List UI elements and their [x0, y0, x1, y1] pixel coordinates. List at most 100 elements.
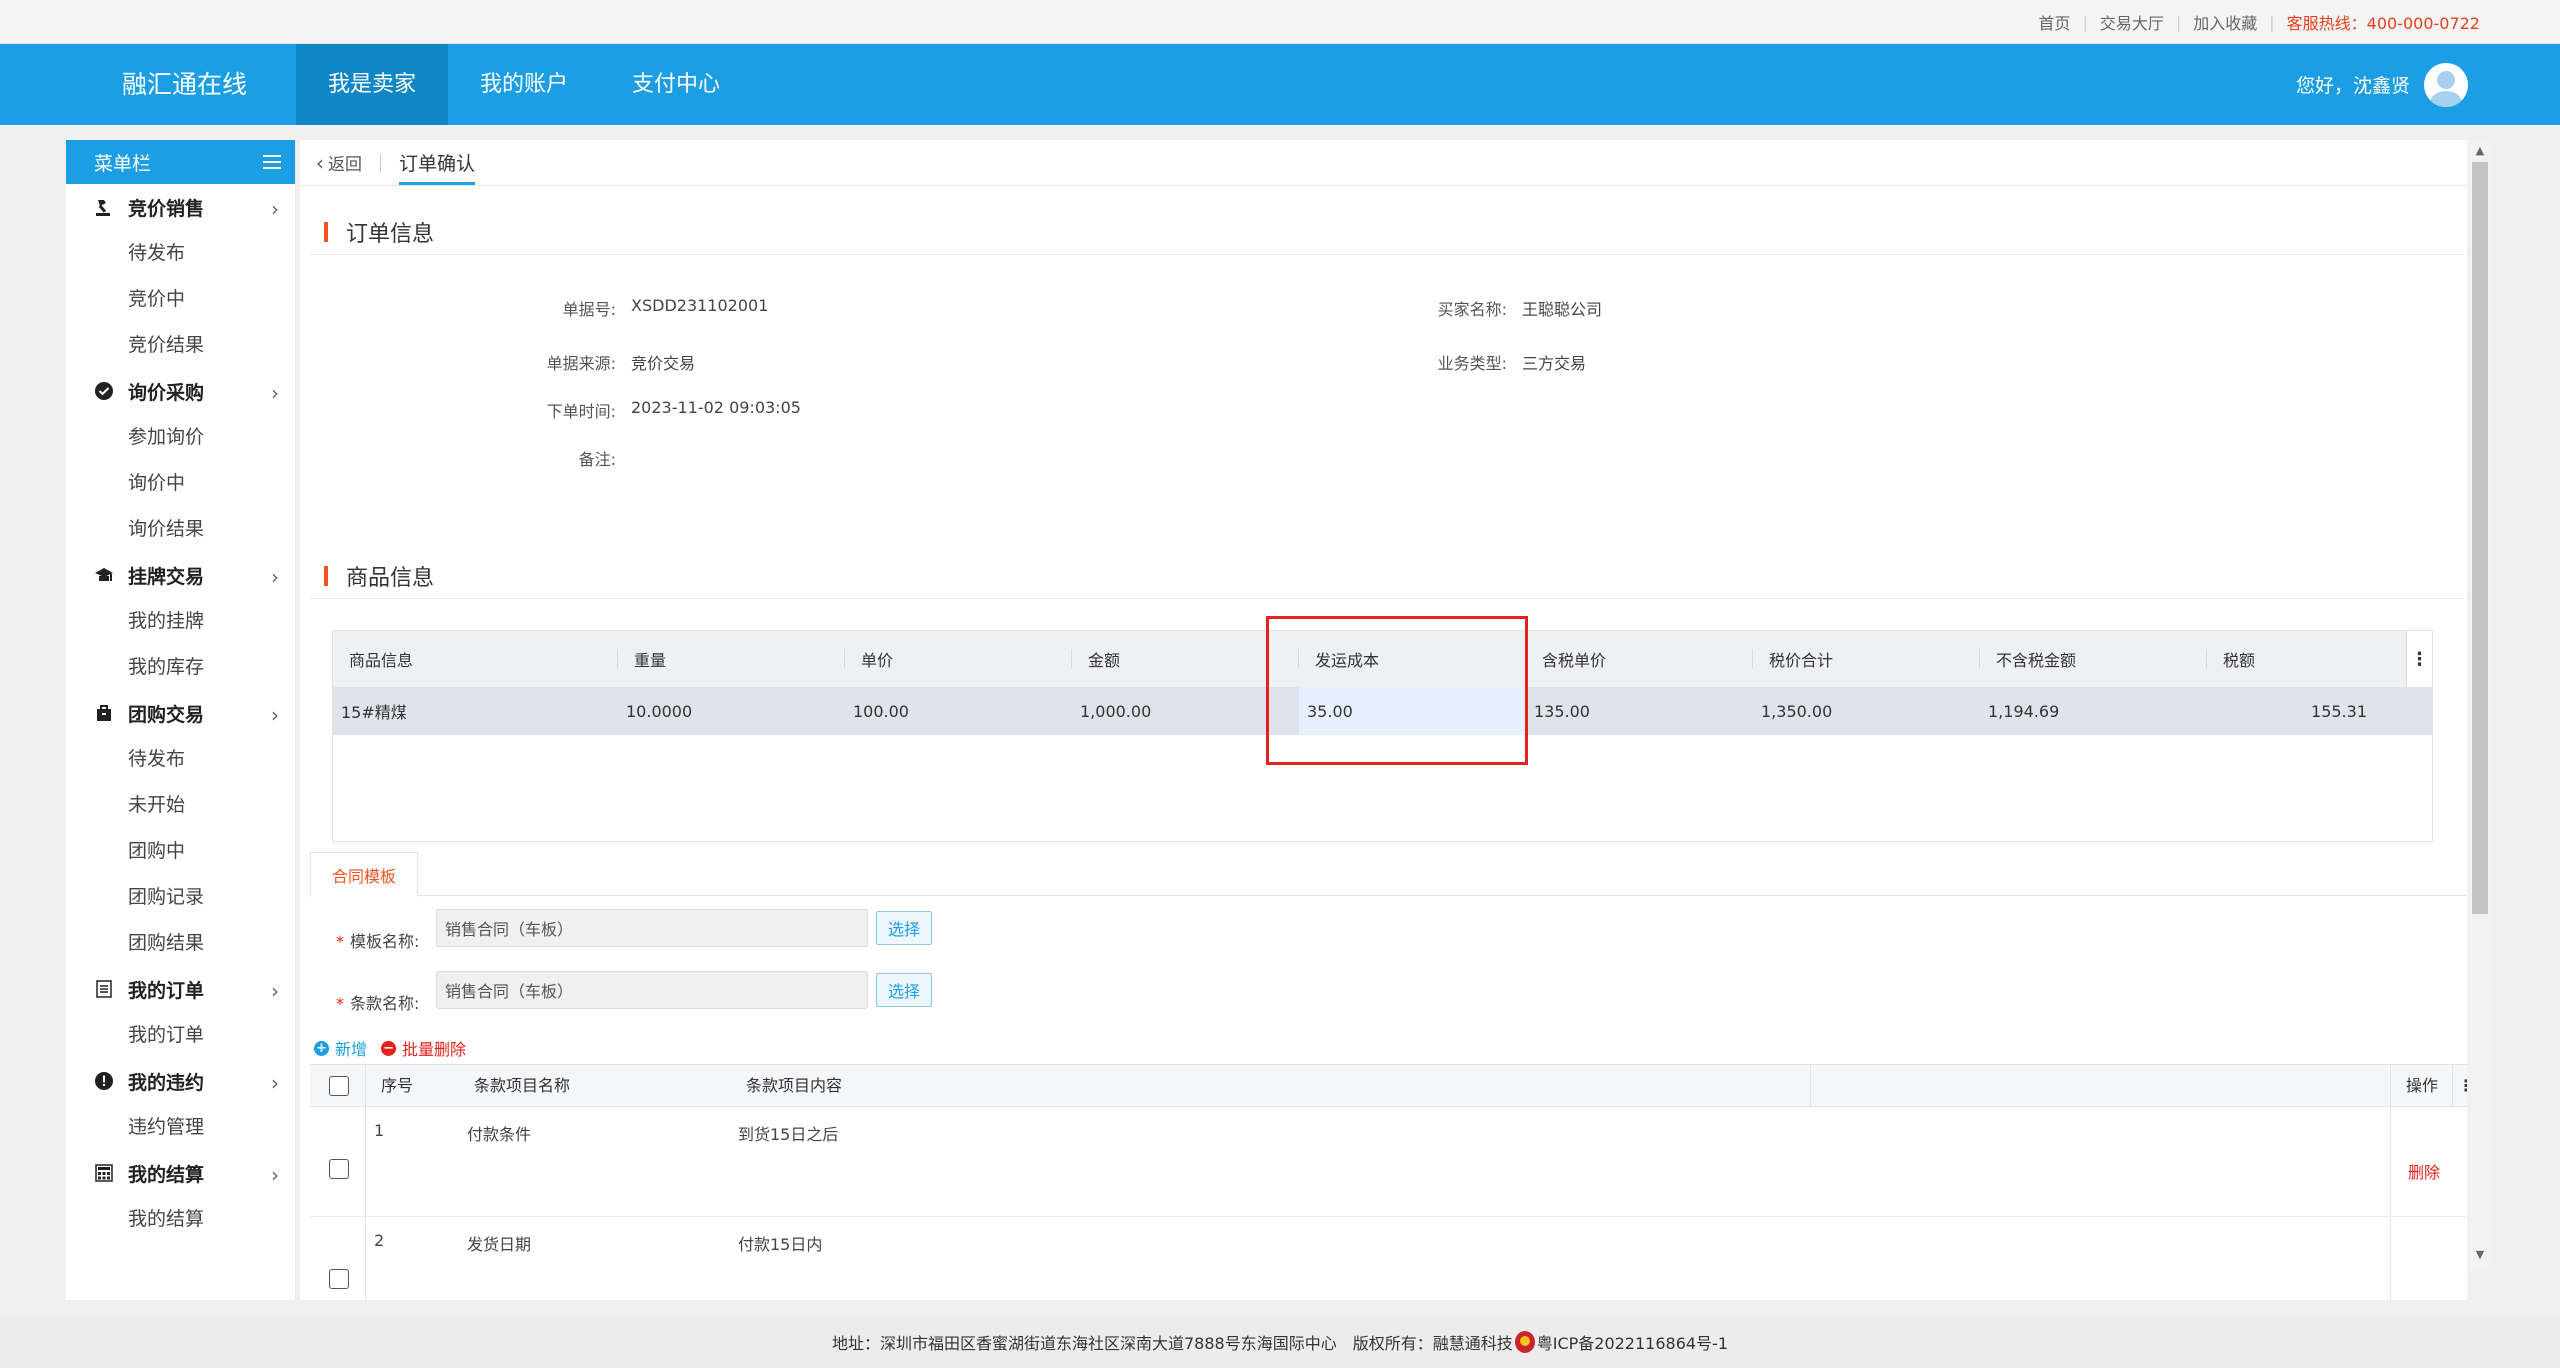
sidebar-group-group-buying[interactable]: 团购交易 ›	[66, 690, 295, 736]
sidebar-item[interactable]: 团购结果	[66, 920, 295, 966]
batch-delete-button[interactable]: − 批量删除	[381, 1036, 466, 1060]
chevron-right-icon: ›	[271, 1163, 279, 1187]
sidebar-item[interactable]: 未开始	[66, 782, 295, 828]
row-checkbox[interactable]	[329, 1269, 349, 1289]
term-name: 付款条件	[467, 1125, 532, 1144]
sidebar-title: 菜单栏	[94, 152, 152, 175]
scroll-up-icon[interactable]: ▲	[2472, 144, 2488, 160]
column-header: 重量	[618, 631, 845, 687]
row-number: 1	[374, 1121, 385, 1140]
footer-address: 地址：深圳市福田区香蜜湖街道东海社区深南大道7888号东海国际中心	[831, 1334, 1337, 1353]
scroll-down-icon[interactable]: ▼	[2472, 1248, 2488, 1264]
sidebar-item[interactable]: 违约管理	[66, 1104, 295, 1150]
tab-order-confirm[interactable]: 订单确认	[399, 149, 476, 185]
template-name-input[interactable]: 销售合同（车板）	[436, 909, 868, 947]
sidebar-group-bidding-sales[interactable]: 竞价销售 ›	[66, 184, 295, 230]
sidebar-item[interactable]: 团购中	[66, 828, 295, 874]
chevron-right-icon: ›	[271, 565, 279, 589]
divider: |	[2175, 12, 2182, 32]
section-title-goods-info: 商品信息	[324, 560, 434, 592]
link-home[interactable]: 首页	[2038, 10, 2070, 34]
source-value: 竞价交易	[631, 354, 696, 373]
sidebar-item[interactable]: 参加询价	[66, 414, 295, 460]
table-row[interactable]: 1 付款条件 到货15日之后 删除	[310, 1107, 2467, 1217]
back-button[interactable]: ‹ 返回	[316, 150, 362, 176]
menu-toggle-icon[interactable]	[263, 155, 281, 169]
scrollbar-thumb[interactable]	[2472, 162, 2488, 914]
sidebar-item[interactable]: 竞价中	[66, 276, 295, 322]
term-content: 到货15日之后	[738, 1125, 839, 1144]
sidebar-item[interactable]: 团购记录	[66, 874, 295, 920]
section-marker	[324, 222, 328, 242]
chevron-right-icon: ›	[271, 703, 279, 727]
sidebar-item[interactable]: 我的库存	[66, 644, 295, 690]
sidebar-item[interactable]: 待发布	[66, 736, 295, 782]
sidebar-item[interactable]: 我的订单	[66, 1012, 295, 1058]
sidebar-group-my-orders[interactable]: 我的订单 ›	[66, 966, 295, 1012]
terms-toolbar: + 新增 − 批量删除	[314, 1036, 466, 1060]
column-settings-icon[interactable]: ⋮	[2406, 631, 2432, 687]
divider: |	[2082, 12, 2088, 32]
gavel-icon	[94, 197, 114, 217]
column-header: 操作	[2406, 1076, 2439, 1095]
sidebar-group-my-defaults[interactable]: 我的违约 ›	[66, 1058, 295, 1104]
user-menu[interactable]: 您好，沈鑫贤	[2296, 44, 2468, 125]
sidebar: 菜单栏 竞价销售 › 待发布 竞价中 竞价结果 询价采购 › 参加询价 询价中 …	[66, 140, 296, 1300]
label-text: 模板名称:	[350, 932, 420, 951]
term-name: 发货日期	[467, 1235, 532, 1254]
minus-icon: −	[381, 1040, 397, 1056]
sidebar-item[interactable]: 我的结算	[66, 1196, 295, 1242]
avatar[interactable]	[2424, 62, 2468, 107]
select-terms-button[interactable]: 选择	[876, 973, 932, 1007]
section-marker	[324, 566, 328, 586]
bill-no-value: XSDD231102001	[631, 296, 769, 315]
divider	[310, 254, 2465, 255]
police-badge-icon	[1514, 1331, 1535, 1353]
table-cell: 15#精煤	[341, 703, 407, 722]
footer-copyright: 版权所有：融慧通科技	[1352, 1334, 1513, 1353]
link-add-favorite[interactable]: 加入收藏	[2193, 10, 2257, 34]
sidebar-group-inquiry-purchase[interactable]: 询价采购 ›	[66, 368, 295, 414]
chevron-right-icon: ›	[271, 1071, 279, 1095]
add-term-button[interactable]: + 新增	[314, 1036, 367, 1060]
sidebar-group-my-settlement[interactable]: 我的结算 ›	[66, 1150, 295, 1196]
top-utility-bar: 首页 | 交易大厅 | 加入收藏 | 客服热线：400-000-0722	[0, 0, 2560, 44]
terms-name-label: * 条款名称:	[336, 990, 419, 1014]
terms-name-input[interactable]: 销售合同（车板）	[436, 971, 868, 1009]
sidebar-header: 菜单栏	[66, 140, 295, 184]
order-time-value: 2023-11-02 09:03:05	[631, 398, 801, 417]
sidebar-item[interactable]: 竞价结果	[66, 322, 295, 368]
delete-row-link[interactable]: 删除	[2408, 1159, 2440, 1183]
page-tabs: ‹ 返回 订单确认	[300, 140, 2467, 186]
sidebar-item[interactable]: 询价结果	[66, 506, 295, 552]
nav-payment[interactable]: 支付中心	[600, 44, 752, 125]
column-header: 条款项目内容	[746, 1076, 843, 1095]
tab-contract-template[interactable]: 合同模板	[310, 852, 418, 897]
sidebar-item[interactable]: 询价中	[66, 460, 295, 506]
sidebar-item[interactable]: 待发布	[66, 230, 295, 276]
section-title-text: 商品信息	[346, 566, 435, 591]
table-row[interactable]: 2 发货日期 付款15日内	[310, 1217, 2467, 1300]
row-checkbox[interactable]	[329, 1159, 349, 1179]
sidebar-group-label: 询价采购	[128, 381, 205, 404]
footer-icp[interactable]: 粤ICP备2022116864号-1	[1537, 1330, 1728, 1354]
main-header: 融汇通在线 我是卖家 我的账户 支付中心 您好，沈鑫贤	[0, 44, 2560, 125]
select-all-checkbox[interactable]	[329, 1076, 349, 1096]
listing-icon	[94, 565, 114, 585]
column-settings-icon[interactable]: ⋮	[2458, 1065, 2467, 1106]
brand-logo[interactable]: 融汇通在线	[122, 44, 247, 125]
select-template-button[interactable]: 选择	[876, 911, 932, 945]
nav-account[interactable]: 我的账户	[448, 44, 600, 125]
table-cell: 135.00	[1534, 701, 1590, 721]
nav-seller[interactable]: 我是卖家	[296, 44, 449, 125]
biz-type-label: 业务类型:	[1437, 354, 1507, 373]
column-header: 不含税金额	[1980, 631, 2207, 687]
bill-no-label: 单据号:	[562, 300, 616, 319]
sidebar-item[interactable]: 我的挂牌	[66, 598, 295, 644]
divider	[310, 598, 2465, 599]
link-trading-hall[interactable]: 交易大厅	[2100, 10, 2164, 34]
sidebar-group-label: 竞价销售	[128, 197, 205, 220]
template-name-label: * 模板名称:	[336, 928, 419, 952]
sidebar-group-listing-trade[interactable]: 挂牌交易 ›	[66, 552, 295, 598]
column-header: 序号	[381, 1076, 414, 1095]
